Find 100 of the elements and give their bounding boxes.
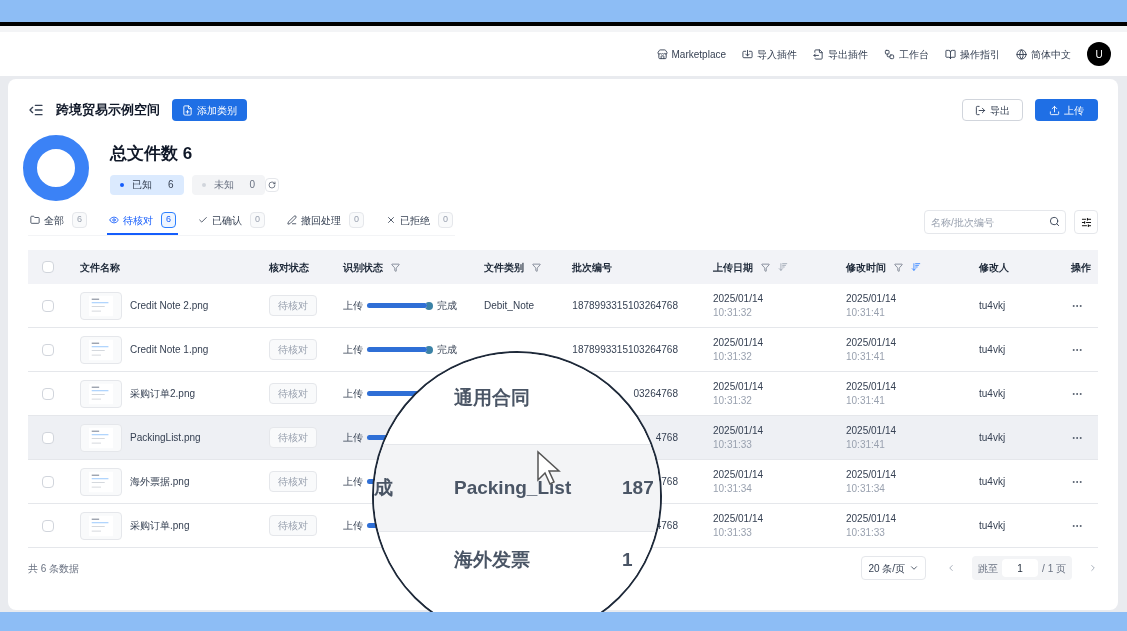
category-cell: Debit_Note — [484, 300, 535, 311]
file-thumbnail — [80, 291, 122, 320]
select-all-checkbox[interactable] — [42, 261, 54, 273]
progress-start-label: 上传 — [343, 475, 363, 489]
review-status-tag: 待核对 — [269, 515, 317, 536]
total-files-title: 总文件数 6 — [110, 143, 194, 166]
filter-tab[interactable]: 已确认 0 — [196, 207, 268, 235]
row-checkbox[interactable] — [42, 431, 54, 444]
upload-date: 2025/01/14 — [713, 423, 765, 438]
modified-time: 10:31:41 — [846, 305, 886, 320]
refresh-icon[interactable] — [265, 177, 280, 192]
upload-time: 10:31:32 — [713, 305, 753, 320]
filter-icon[interactable] — [894, 262, 903, 272]
nav-link[interactable]: 操作指引 — [945, 46, 1000, 62]
file-name[interactable]: 采购订单2.png — [130, 386, 196, 401]
row-checkbox[interactable] — [42, 343, 54, 356]
filter-tab[interactable]: 撤回处理 0 — [285, 207, 367, 235]
review-status-tag: 待核对 — [269, 339, 317, 360]
magnified-batch: 1 — [622, 549, 633, 570]
column-settings-button[interactable] — [1074, 210, 1098, 234]
row-checkbox[interactable] — [42, 519, 54, 532]
magnified-batch: 187 — [622, 476, 654, 498]
progress-knob-icon — [425, 301, 433, 310]
progress-end-label: 完成 — [437, 299, 457, 313]
file-name[interactable]: 采购订单.png — [130, 518, 190, 533]
magnified-category: 海外发票 — [454, 549, 530, 570]
progress-start-label: 上传 — [343, 299, 363, 313]
nav-link[interactable]: 导出插件 — [813, 46, 868, 62]
upload-time: 10:31:32 — [713, 393, 753, 408]
nav-link[interactable]: 导入插件 — [742, 46, 797, 62]
filter-tab[interactable]: 全部 6 — [28, 207, 89, 235]
modifier-cell: tu4vkj — [979, 520, 1006, 531]
legend-chip[interactable]: 未知 0 — [191, 174, 266, 195]
sliders-icon — [1080, 216, 1092, 228]
upload-time: 10:31:34 — [713, 481, 753, 496]
progress-knob-icon — [425, 345, 433, 354]
page-input[interactable]: 1 — [1002, 559, 1039, 577]
batch-number-cell: 1878993315103264768 — [572, 344, 678, 355]
file-name[interactable]: 海外票据.png — [130, 474, 190, 489]
review-status-tag: 待核对 — [269, 427, 317, 448]
tab-confirmed-icon — [198, 215, 209, 225]
file-name[interactable]: Credit Note 1.png — [130, 342, 209, 357]
modified-time: 10:31:33 — [846, 525, 886, 540]
modifier-cell: tu4vkj — [979, 476, 1006, 487]
modified-time: 10:31:41 — [846, 393, 886, 408]
column-header: 上传日期 — [713, 260, 753, 275]
file-name[interactable]: Credit Note 2.png — [130, 298, 209, 313]
column-header: 批次编号 — [572, 260, 612, 275]
modified-date: 2025/01/14 — [846, 291, 898, 306]
search-icon — [1049, 216, 1060, 227]
modified-date: 2025/01/14 — [846, 423, 898, 438]
next-page-icon[interactable] — [1088, 563, 1098, 573]
file-name[interactable]: PackingList.png — [130, 430, 201, 445]
modifier-cell: tu4vkj — [979, 300, 1006, 311]
modified-time: 10:31:41 — [846, 349, 886, 364]
upload-date: 2025/01/14 — [713, 291, 765, 306]
nav-link[interactable]: Marketplace — [656, 46, 726, 62]
column-header: 识别状态 — [343, 260, 383, 275]
nav-link[interactable]: 简体中文 — [1016, 46, 1071, 62]
modified-date: 2025/01/14 — [846, 467, 898, 482]
review-status-tag: 待核对 — [269, 471, 317, 492]
progress-start-label: 上传 — [343, 519, 363, 533]
menu-icon[interactable] — [28, 102, 44, 118]
search-field[interactable]: 名称/批次编号 — [924, 210, 1066, 234]
nav-link[interactable]: 工作台 — [884, 46, 929, 62]
file-thumbnail — [80, 467, 122, 496]
upload-time: 10:31:33 — [713, 525, 753, 540]
tab-rejected-icon — [386, 215, 397, 225]
upload-date: 2025/01/14 — [713, 379, 765, 394]
modifier-cell: tu4vkj — [979, 432, 1006, 443]
row-checkbox[interactable] — [42, 299, 54, 312]
legend-chip[interactable]: 已知 6 — [110, 174, 184, 195]
row-checkbox[interactable] — [42, 475, 54, 488]
upload-time: 10:31:32 — [713, 349, 753, 364]
add-category-button[interactable]: 添加类别 — [172, 99, 247, 121]
filter-icon[interactable] — [761, 262, 770, 272]
total-count: 共 6 条数据 — [28, 561, 80, 576]
column-header: 文件名称 — [80, 260, 120, 275]
sort-icon[interactable] — [911, 262, 921, 272]
upload-icon — [1049, 104, 1060, 116]
export-button[interactable]: 导出 — [962, 99, 1023, 121]
upload-date: 2025/01/14 — [713, 511, 765, 526]
sort-icon[interactable] — [778, 262, 788, 272]
filter-icon[interactable] — [391, 262, 400, 272]
row-checkbox[interactable] — [42, 387, 54, 400]
page-size-select[interactable]: 20 条/页 — [861, 556, 927, 580]
upload-button[interactable]: 上传 — [1035, 99, 1098, 121]
export-icon — [975, 104, 986, 116]
tab-withdrawn-icon — [287, 215, 298, 225]
nav-icon — [656, 48, 668, 60]
filter-icon[interactable] — [532, 262, 541, 272]
modified-date: 2025/01/14 — [846, 335, 898, 350]
filter-tab[interactable]: 已拒绝 0 — [384, 207, 456, 235]
user-avatar[interactable]: U — [1087, 42, 1111, 66]
filter-tab[interactable]: 待核对 6 — [107, 207, 179, 235]
magnified-text: 成 — [374, 476, 393, 498]
workspace-title: 跨境贸易示例空间 — [56, 101, 160, 120]
tab-all-icon — [30, 215, 40, 225]
progress-end-label: 完成 — [437, 343, 457, 357]
modified-time: 10:31:41 — [846, 437, 886, 452]
